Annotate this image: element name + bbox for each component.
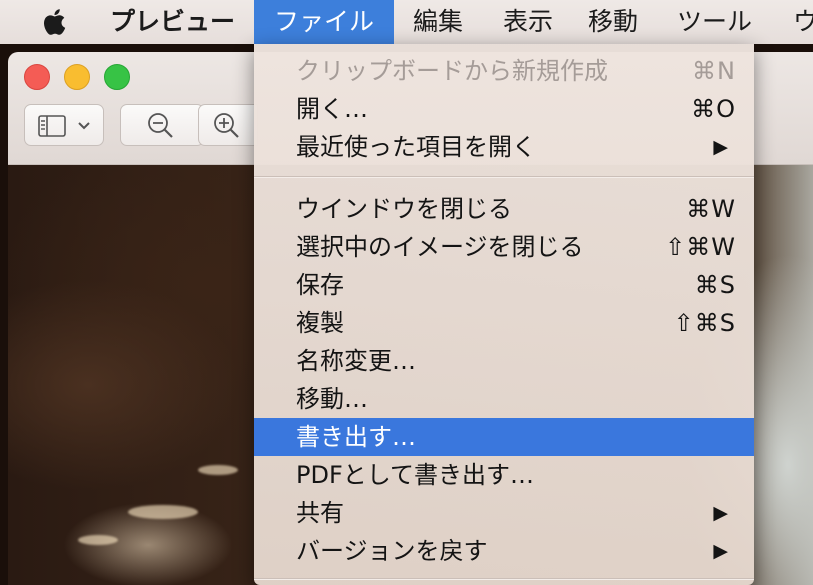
menu-item-label: 最近使った項目を開く	[296, 133, 536, 161]
menu-item-label: 移動…	[296, 385, 368, 413]
menu-view[interactable]: 表示	[503, 0, 553, 44]
zoom-window-button[interactable]	[104, 64, 130, 90]
minimize-window-button[interactable]	[64, 64, 90, 90]
menu-item-shortcut: ⇧⌘W	[665, 233, 736, 261]
sidebar-icon	[38, 115, 66, 137]
chevron-down-icon	[78, 122, 90, 130]
menu-bar: プレビュー ファイル 編集 表示 移動 ツール ウ	[0, 0, 813, 44]
menu-separator	[254, 176, 754, 178]
menu-item-close-selected-image[interactable]: 選択中のイメージを閉じる ⇧⌘W	[254, 228, 754, 266]
menu-item-shortcut: ⌘W	[686, 195, 736, 223]
menu-item-label: バージョンを戻す	[296, 537, 488, 565]
menu-app-name[interactable]: プレビュー	[110, 0, 235, 44]
menu-item-export[interactable]: 書き出す…	[254, 418, 754, 456]
submenu-arrow-icon: ▶	[713, 136, 728, 158]
menu-item-move-to[interactable]: 移動…	[254, 380, 754, 418]
menu-item-label: クリップボードから新規作成	[296, 57, 608, 85]
menu-item-label: 書き出す…	[296, 423, 416, 451]
menu-go[interactable]: 移動	[588, 0, 638, 44]
close-window-button[interactable]	[24, 64, 50, 90]
menu-item-export-as-pdf[interactable]: PDFとして書き出す…	[254, 456, 754, 494]
menu-item-revert-to[interactable]: バージョンを戻す ▶	[254, 532, 754, 570]
menu-tools[interactable]: ツール	[677, 0, 752, 44]
menu-item-share[interactable]: 共有 ▶	[254, 494, 754, 532]
menu-item-shortcut: ⌘S	[694, 271, 736, 299]
menu-item-close-window[interactable]: ウインドウを閉じる ⌘W	[254, 190, 754, 228]
zoom-in-button[interactable]	[198, 104, 258, 146]
submenu-arrow-icon: ▶	[713, 540, 728, 562]
menu-item-label: PDFとして書き出す…	[296, 461, 535, 489]
menu-window[interactable]: ウ	[793, 0, 813, 44]
menu-item-label: 複製	[296, 309, 344, 337]
apple-icon[interactable]	[40, 0, 70, 44]
submenu-arrow-icon: ▶	[713, 502, 728, 524]
menu-item-label: 保存	[296, 271, 344, 299]
menu-item-label: 名称変更…	[296, 347, 416, 375]
menu-item-label: 開く…	[296, 95, 368, 123]
menu-item-save[interactable]: 保存 ⌘S	[254, 266, 754, 304]
menu-item-duplicate[interactable]: 複製 ⇧⌘S	[254, 304, 754, 342]
sidebar-toggle-button[interactable]	[24, 104, 104, 146]
zoom-in-icon	[214, 113, 239, 138]
photo-highlight	[128, 505, 198, 519]
menu-item-rename[interactable]: 名称変更…	[254, 342, 754, 380]
menu-file[interactable]: ファイル	[254, 0, 394, 44]
menu-item-shortcut: ⌘N	[692, 57, 736, 85]
menu-item-shortcut: ⌘O	[691, 95, 736, 123]
photo-highlight	[78, 535, 118, 545]
zoom-out-button[interactable]	[120, 104, 204, 146]
menu-item-label: ウインドウを閉じる	[296, 195, 512, 223]
menu-item-label: 選択中のイメージを閉じる	[296, 233, 584, 261]
menu-item-open[interactable]: 開く… ⌘O	[254, 90, 754, 128]
menu-separator	[254, 578, 754, 580]
menu-item-new-from-clipboard[interactable]: クリップボードから新規作成 ⌘N	[254, 52, 754, 90]
menu-item-shortcut: ⇧⌘S	[673, 309, 736, 337]
menu-item-open-recent[interactable]: 最近使った項目を開く ▶	[254, 128, 754, 166]
photo-highlight	[198, 465, 238, 475]
menu-edit[interactable]: 編集	[413, 0, 463, 44]
menu-item-label: 共有	[296, 499, 344, 527]
file-menu-dropdown: クリップボードから新規作成 ⌘N 開く… ⌘O 最近使った項目を開く ▶ ウイン…	[254, 44, 754, 585]
zoom-out-icon	[148, 113, 173, 138]
